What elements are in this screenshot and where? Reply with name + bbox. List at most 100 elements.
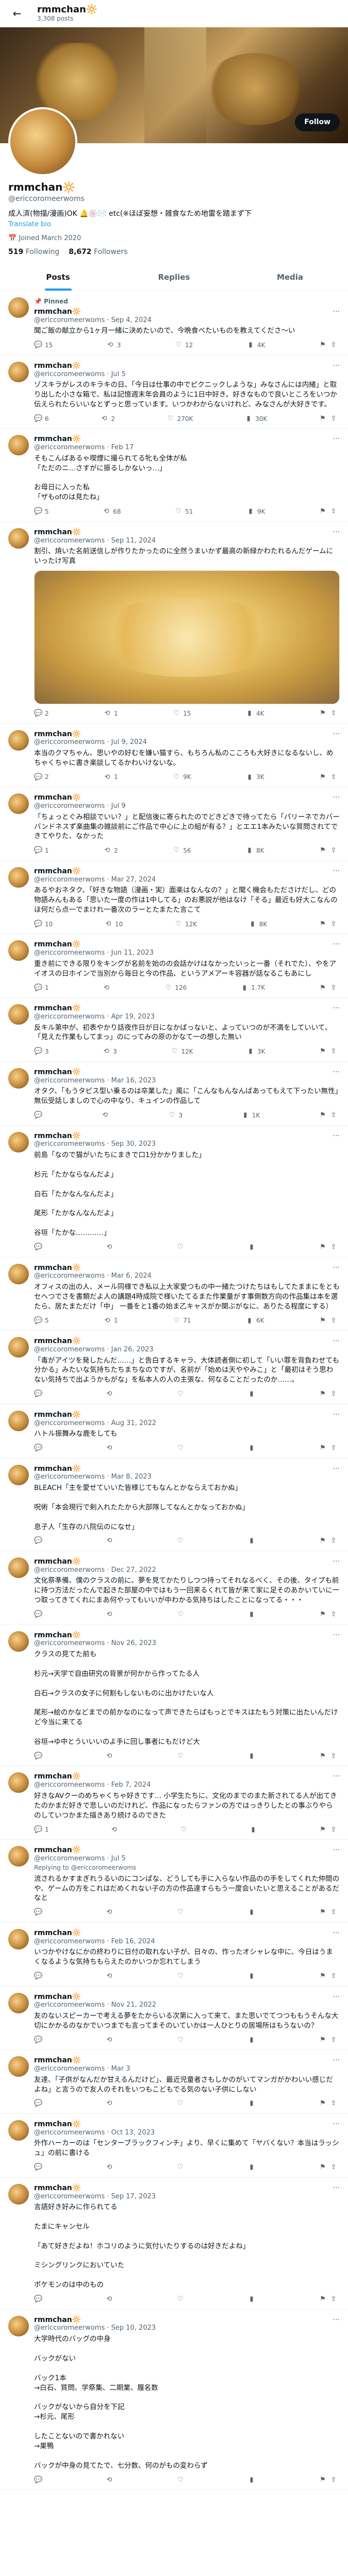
views-button[interactable]: ▮ bbox=[247, 1752, 256, 1761]
views-button[interactable]: ▮ bbox=[247, 1972, 256, 1981]
bookmark-icon[interactable]: ⚑ bbox=[319, 507, 327, 516]
like-button[interactable]: ♡ bbox=[176, 2295, 185, 2304]
share-icon[interactable]: ⇪ bbox=[329, 1047, 338, 1056]
views-button[interactable]: ▮ 30K bbox=[244, 414, 268, 423]
tweet-avatar[interactable] bbox=[8, 1131, 29, 1153]
tweet-handle-date[interactable]: @ericcoromeerwoms · Mar 6, 2024 bbox=[34, 1272, 340, 1280]
reply-button[interactable]: 💬 bbox=[34, 1444, 42, 1453]
tweet[interactable]: rmmchan🔆 @ericcoromeerwoms · Feb 17 ··· … bbox=[0, 429, 348, 522]
tweet-handle-date[interactable]: @ericcoromeerwoms · Jul 5 bbox=[34, 1855, 340, 1863]
tweet-author-name[interactable]: rmmchan🔆 bbox=[34, 1337, 81, 1345]
profile-avatar[interactable] bbox=[8, 107, 77, 176]
tweet[interactable]: rmmchan🔆 @ericcoromeerwoms · Mar 8, 2023… bbox=[0, 1459, 348, 1551]
more-options-icon[interactable]: ··· bbox=[333, 435, 340, 444]
share-bookmark[interactable]: ⚑ ⇪ bbox=[319, 1243, 338, 1252]
like-button[interactable]: ♡ 12K bbox=[170, 1047, 193, 1056]
views-button[interactable]: ▮ 6K bbox=[245, 1316, 264, 1326]
tweet-handle-date[interactable]: @ericcoromeerwoms · Mar 8, 2023 bbox=[34, 1473, 340, 1481]
tweet[interactable]: rmmchan🔆 @ericcoromeerwoms · Aug 31, 202… bbox=[0, 1404, 348, 1459]
tweet-handle-date[interactable]: @ericcoromeerwoms · Mar 27, 2024 bbox=[34, 876, 340, 884]
more-options-icon[interactable]: ··· bbox=[333, 1264, 340, 1273]
share-bookmark[interactable]: ⚑ ⇪ bbox=[319, 1389, 338, 1399]
tweet[interactable]: rmmchan🔆 @ericcoromeerwoms · Sep 30, 202… bbox=[0, 1126, 348, 1258]
tweet-avatar[interactable] bbox=[8, 2183, 29, 2205]
share-bookmark[interactable]: ⚑ ⇪ bbox=[319, 773, 338, 782]
repost-button[interactable]: ⟲ 1 bbox=[103, 773, 118, 782]
more-options-icon[interactable]: ··· bbox=[333, 1004, 340, 1013]
more-options-icon[interactable]: ··· bbox=[333, 867, 340, 876]
tweet[interactable]: rmmchan🔆 @ericcoromeerwoms · Sep 17, 202… bbox=[0, 2178, 348, 2310]
more-options-icon[interactable]: ··· bbox=[333, 2120, 340, 2129]
repost-button[interactable]: ⟲ bbox=[105, 1752, 113, 1761]
share-icon[interactable]: ⇪ bbox=[329, 414, 338, 423]
tweet-author-name[interactable]: rmmchan🔆 bbox=[34, 1264, 81, 1272]
share-icon[interactable]: ⇪ bbox=[329, 2036, 338, 2045]
repost-button[interactable]: ⟲ bbox=[105, 2476, 113, 2485]
bookmark-icon[interactable]: ⚑ bbox=[319, 1825, 327, 1835]
like-button[interactable]: ♡ bbox=[176, 2476, 185, 2485]
share-icon[interactable]: ⇪ bbox=[329, 2476, 338, 2485]
share-icon[interactable]: ⇪ bbox=[329, 1536, 338, 1546]
share-bookmark[interactable]: ⚑ ⇪ bbox=[319, 709, 338, 718]
bookmark-icon[interactable]: ⚑ bbox=[319, 920, 327, 929]
tweet-avatar[interactable] bbox=[8, 1067, 29, 1089]
bookmark-icon[interactable]: ⚑ bbox=[319, 1610, 327, 1619]
tweet-author-name[interactable]: rmmchan🔆 bbox=[34, 1068, 81, 1076]
bookmark-icon[interactable]: ⚑ bbox=[319, 1243, 327, 1252]
tweet-avatar[interactable] bbox=[8, 1337, 29, 1358]
tweet-avatar[interactable] bbox=[8, 1004, 29, 1025]
views-button[interactable]: ▮ 8K bbox=[248, 920, 267, 929]
tweet-handle-date[interactable]: @ericcoromeerwoms · Feb 16, 2024 bbox=[34, 1938, 340, 1946]
share-icon[interactable]: ⇪ bbox=[329, 2295, 338, 2304]
bookmark-icon[interactable]: ⚑ bbox=[319, 1908, 327, 1917]
share-icon[interactable]: ⇪ bbox=[329, 1111, 338, 1120]
views-button[interactable]: ▮ bbox=[247, 2295, 256, 2304]
repost-button[interactable]: ⟲ bbox=[105, 1243, 113, 1252]
reply-button[interactable]: 💬 3 bbox=[34, 1047, 49, 1056]
tweet-handle-date[interactable]: @ericcoromeerwoms · Oct 13, 2023 bbox=[34, 2129, 340, 2137]
share-bookmark[interactable]: ⚑ ⇪ bbox=[319, 2099, 338, 2108]
tweet[interactable]: rmmchan🔆 @ericcoromeerwoms · Feb 16, 202… bbox=[0, 1923, 348, 1987]
tweet-avatar[interactable] bbox=[8, 1263, 29, 1284]
share-bookmark[interactable]: ⚑ ⇪ bbox=[319, 1047, 338, 1056]
share-bookmark[interactable]: ⚑ ⇪ bbox=[319, 1316, 338, 1326]
tweet-avatar[interactable] bbox=[8, 528, 29, 549]
repost-button[interactable]: ⟲ bbox=[103, 984, 111, 993]
repost-button[interactable]: ⟲ bbox=[105, 2295, 113, 2304]
tweet[interactable]: rmmchan🔆 @ericcoromeerwoms · Sep 10, 202… bbox=[0, 2310, 348, 2490]
bookmark-icon[interactable]: ⚑ bbox=[319, 414, 327, 423]
tweet-handle-date[interactable]: @ericcoromeerwoms · Sep 4, 2024 bbox=[34, 316, 340, 325]
bookmark-icon[interactable]: ⚑ bbox=[319, 1536, 327, 1546]
repost-button[interactable]: ⟲ 1 bbox=[103, 1316, 118, 1326]
share-bookmark[interactable]: ⚑ ⇪ bbox=[319, 2163, 338, 2172]
bookmark-icon[interactable]: ⚑ bbox=[319, 1111, 327, 1120]
tweet[interactable]: rmmchan🔆 @ericcoromeerwoms · Apr 19, 202… bbox=[0, 998, 348, 1062]
more-options-icon[interactable]: ··· bbox=[333, 528, 340, 537]
tweet-handle-date[interactable]: @ericcoromeerwoms · Feb 7, 2024 bbox=[34, 1781, 340, 1789]
tweet-avatar[interactable] bbox=[8, 793, 29, 815]
more-options-icon[interactable]: ··· bbox=[333, 1465, 340, 1473]
following-link[interactable]: 519 Following bbox=[8, 247, 59, 257]
tweet-author-name[interactable]: rmmchan🔆 bbox=[34, 1846, 81, 1854]
tweet[interactable]: rmmchan🔆 @ericcoromeerwoms · Jun 11, 202… bbox=[0, 934, 348, 998]
tweet-author-name[interactable]: rmmchan🔆 bbox=[34, 2120, 81, 2128]
share-icon[interactable]: ⇪ bbox=[329, 1908, 338, 1917]
views-button[interactable]: ▮ 4K bbox=[246, 341, 265, 350]
tweet-handle-date[interactable]: @ericcoromeerwoms · Aug 31, 2022 bbox=[34, 1419, 340, 1428]
like-button[interactable]: ♡ bbox=[176, 2163, 185, 2172]
share-icon[interactable]: ⇪ bbox=[329, 2099, 338, 2108]
tweet-avatar[interactable] bbox=[8, 940, 29, 961]
reply-button[interactable]: 💬 1 bbox=[34, 1825, 49, 1835]
tweet[interactable]: rmmchan🔆 @ericcoromeerwoms · Oct 13, 202… bbox=[0, 2114, 348, 2178]
bookmark-icon[interactable]: ⚑ bbox=[319, 1752, 327, 1761]
views-button[interactable]: ▮ bbox=[247, 2099, 256, 2108]
tweet-author-name[interactable]: rmmchan🔆 bbox=[34, 793, 81, 802]
tweet[interactable]: rmmchan🔆 @ericcoromeerwoms · Mar 3 ··· 友… bbox=[0, 2050, 348, 2114]
share-icon[interactable]: ⇪ bbox=[329, 1752, 338, 1761]
share-bookmark[interactable]: ⚑ ⇪ bbox=[319, 920, 338, 929]
tweet-author-name[interactable]: rmmchan🔆 bbox=[34, 1557, 81, 1566]
share-bookmark[interactable]: ⚑ ⇪ bbox=[319, 984, 338, 993]
share-icon[interactable]: ⇪ bbox=[329, 1389, 338, 1399]
tweet-author-name[interactable]: rmmchan🔆 bbox=[34, 1929, 81, 1937]
share-bookmark[interactable]: ⚑ ⇪ bbox=[319, 1536, 338, 1546]
